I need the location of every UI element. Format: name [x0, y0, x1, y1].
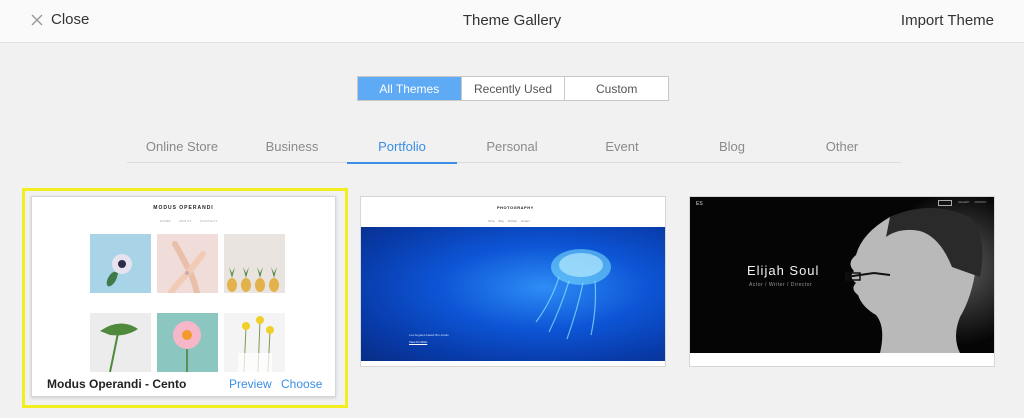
- theme-preview-nav: GALLERY CONTACT: [958, 201, 986, 204]
- theme-preview-header: PHOTOGRAPHY Home Blog Portfolio Contact: [361, 197, 665, 227]
- theme-card-photography[interactable]: PHOTOGRAPHY Home Blog Portfolio Contact …: [360, 196, 666, 367]
- tab-event[interactable]: Event: [567, 135, 677, 163]
- theme-preview-nav-item: ABOUT: [179, 219, 192, 223]
- top-bar: Close Theme Gallery Import Theme: [0, 0, 1024, 43]
- theme-preview-nav-item: CONTACT: [974, 201, 987, 204]
- theme-preview-nav-item: Blog: [498, 220, 504, 223]
- theme-preview-badge: ES: [696, 201, 703, 207]
- tab-personal[interactable]: Personal: [457, 135, 567, 163]
- hero-subtitle: Actor / Writer / Director: [749, 282, 813, 288]
- hero-headline: Elijah Soul: [747, 263, 820, 278]
- page-title: Theme Gallery: [462, 12, 562, 29]
- theme-preview-nav-item: Home: [488, 220, 495, 223]
- photo-tile-hands: [157, 234, 218, 296]
- preview-button[interactable]: Preview: [229, 377, 272, 391]
- choose-button[interactable]: Choose: [281, 377, 322, 391]
- theme-preview-nav-item: HOME: [160, 219, 171, 223]
- photo-tile-pineapples: [224, 234, 285, 293]
- theme-card-elijah-soul[interactable]: ES GALLERY CONTACT Elijah Soul Actor / W…: [689, 196, 995, 367]
- filter-custom[interactable]: Custom: [565, 77, 668, 100]
- filter-all-themes[interactable]: All Themes: [358, 77, 462, 100]
- jellyfish-hero-image: Los Angeles based film studio View Portf…: [361, 227, 665, 361]
- photo-tile-craspedia: [224, 313, 285, 373]
- close-label: Close: [51, 11, 90, 28]
- theme-name: Modus Operandi - Cento: [47, 377, 187, 391]
- theme-preview-nav-item: CONTACT: [199, 219, 218, 223]
- theme-preview-nav: HOME ABOUT CONTACT: [160, 219, 218, 223]
- import-theme-button[interactable]: Import Theme: [901, 12, 994, 29]
- close-icon: [31, 14, 43, 25]
- filter-recently-used[interactable]: Recently Used: [462, 77, 566, 100]
- tab-blog[interactable]: Blog: [677, 135, 787, 163]
- tab-online-store[interactable]: Online Store: [127, 135, 237, 163]
- tab-other[interactable]: Other: [787, 135, 897, 163]
- theme-preview-brand: MODUS OPERANDI: [153, 205, 214, 211]
- theme-filter-segmented-control: All Themes Recently Used Custom: [357, 76, 669, 101]
- theme-preview-nav: Home Blog Portfolio Contact: [488, 220, 529, 223]
- photo-tile-monstera: [90, 313, 151, 373]
- hero-caption: Los Angeles based film studio: [409, 333, 449, 337]
- tab-business[interactable]: Business: [237, 135, 347, 163]
- portrait-hero-image: ES GALLERY CONTACT Elijah Soul Actor / W…: [690, 197, 994, 353]
- hero-link: View Portfolio: [409, 340, 428, 344]
- close-button[interactable]: Close: [30, 11, 89, 28]
- theme-card-modus-operandi[interactable]: MODUS OPERANDI HOME ABOUT CONTACT Modus …: [31, 196, 336, 397]
- theme-preview-brand: PHOTOGRAPHY: [497, 205, 534, 210]
- theme-preview-nav-item: Portfolio: [507, 220, 517, 223]
- category-tabs: Online Store Business Portfolio Personal…: [127, 135, 901, 164]
- tab-portfolio[interactable]: Portfolio: [347, 135, 457, 164]
- photo-tile-gerbera: [157, 313, 218, 372]
- photo-tile-anemone: [90, 234, 151, 293]
- theme-preview-nav-item: GALLERY: [958, 201, 970, 204]
- theme-preview-nav-item: Contact: [520, 220, 530, 223]
- theme-preview-menu-box: [938, 200, 952, 206]
